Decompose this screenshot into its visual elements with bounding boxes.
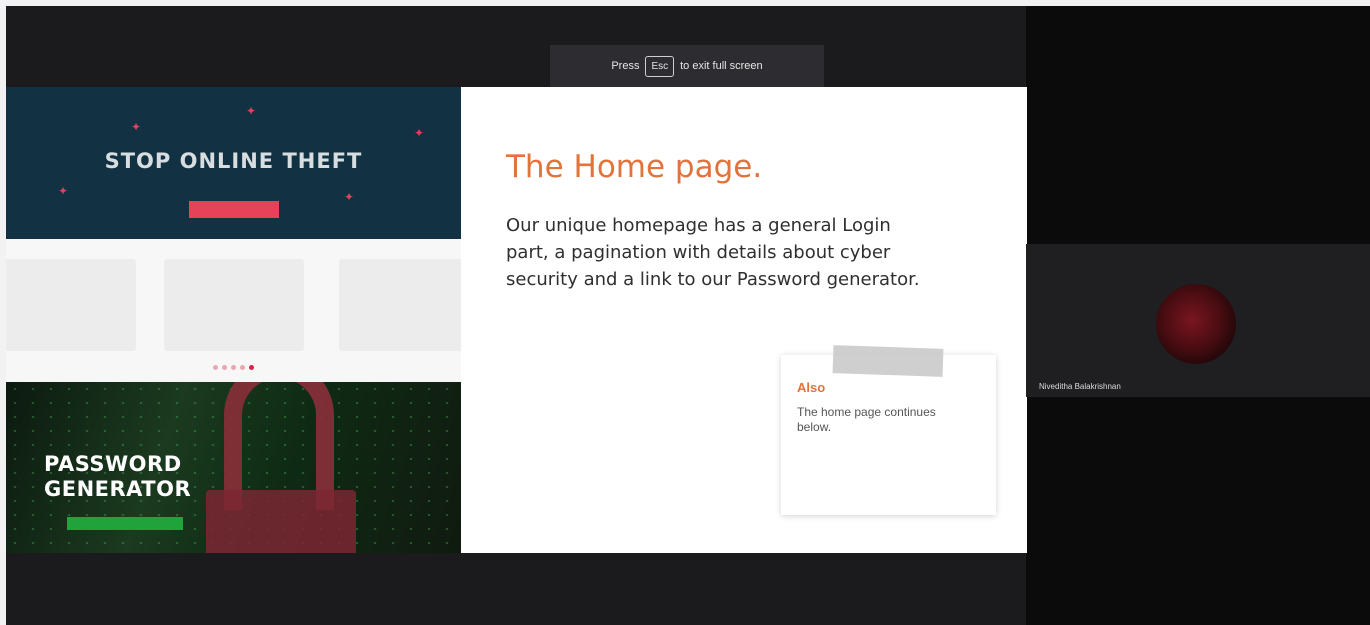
password-title-line2: GENERATOR [44,477,192,501]
star-icon: ✦ [246,104,257,118]
fullscreen-press-text: Press [611,60,640,72]
password-title-line1: PASSWORD [44,452,182,476]
pagination-dot-active [249,365,254,370]
padlock-body [206,490,356,553]
info-card [6,259,136,351]
hero-title: STOP ONLINE THEFT [104,149,363,173]
star-icon: ✦ [344,190,355,204]
fullscreen-banner: Press Esc to exit full screen [550,45,824,87]
hero-login-button [189,201,279,218]
participant-avatar [1156,284,1236,364]
esc-key: Esc [645,55,675,77]
star-icon: ✦ [58,184,69,198]
pagination-dot [213,365,218,370]
star-icon: ✦ [131,120,142,134]
homepage-screenshot: ✦ ✦ ✦ ✦ ✦ STOP ONLINE THEFT PASSWORD GEN… [6,87,461,553]
pagination-dots [213,365,254,370]
hero-banner: ✦ ✦ ✦ ✦ ✦ STOP ONLINE THEFT [6,87,461,239]
pagination-dot [222,365,227,370]
participant-tile[interactable]: Niveditha Balakrishnan [1026,244,1370,397]
slide-content: The Home page. Our unique homepage has a… [461,87,1027,553]
star-icon: ✦ [414,126,425,140]
password-generator-banner: PASSWORD GENERATOR [6,382,461,553]
pagination-dot [231,365,236,370]
slide-body: Our unique homepage has a general Login … [506,215,920,290]
info-carousel [6,239,461,382]
password-generator-button [67,517,183,530]
note-title: Also [797,380,826,395]
fullscreen-exit-text: to exit full screen [680,60,763,72]
sticky-note: Also The home page continues below. [781,345,996,515]
presentation-slide: ✦ ✦ ✦ ✦ ✦ STOP ONLINE THEFT PASSWORD GEN… [6,87,1027,553]
tape-decoration [832,345,944,377]
note-body: The home page continues below. [797,405,936,434]
participant-name: Niveditha Balakrishnan [1039,382,1121,391]
pagination-dot [240,365,245,370]
info-card [164,259,304,351]
password-generator-title: PASSWORD GENERATOR [44,452,191,502]
slide-heading: The Home page. [506,149,763,185]
info-card [339,259,461,351]
